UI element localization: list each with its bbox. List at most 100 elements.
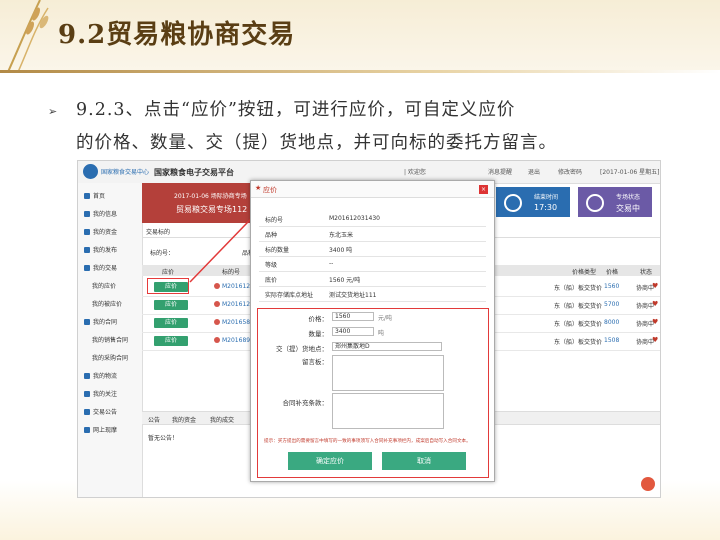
close-icon[interactable]: × bbox=[479, 185, 488, 194]
price-unit: 元/吨 bbox=[378, 315, 393, 322]
description-line-2: 的价格、数量、交（提）货地点，并可向标的委托方留言。 bbox=[76, 133, 557, 153]
favorite-heart-icon[interactable]: ♥ bbox=[652, 318, 658, 326]
sidebar-item-funds[interactable]: 我的资金 bbox=[84, 227, 117, 236]
info-value: 测试交货地址111 bbox=[329, 292, 377, 299]
sidebar-item-home[interactable]: 首页 bbox=[84, 191, 105, 200]
sidebar-item-favorites[interactable]: 我的关注 bbox=[84, 389, 117, 398]
info-row: 实际存储库点地址 测试交货地址111 bbox=[259, 287, 486, 302]
header-welcome: | 欢迎您 bbox=[404, 169, 426, 176]
search-id-label: 标的号： bbox=[150, 250, 175, 257]
confirm-offer-button[interactable]: 确定应价 bbox=[288, 452, 372, 470]
tab-announcement[interactable]: 公告 bbox=[148, 415, 160, 424]
notice-text: 暂无公告！ bbox=[148, 435, 179, 442]
info-value: 1560 元/吨 bbox=[329, 277, 361, 284]
truck-icon bbox=[84, 373, 90, 379]
supplement-label: 合同补充条款： bbox=[282, 399, 329, 407]
change-password-link[interactable]: 修改密码 bbox=[558, 167, 582, 176]
status-icon bbox=[586, 194, 604, 212]
info-key: 等级 bbox=[265, 262, 278, 269]
favorite-heart-icon[interactable]: ♥ bbox=[652, 336, 658, 344]
globe-icon bbox=[84, 427, 90, 433]
col-status: 状态 bbox=[640, 269, 653, 276]
info-row: 标的号 M201612031430 bbox=[259, 212, 486, 227]
sidebar: 首页 我的信息 我的资金 我的发布 我的交易 我的应价 我的被应价 我的合同 我… bbox=[78, 183, 143, 497]
info-value: 3400 吨 bbox=[329, 247, 353, 254]
end-time-tile: 结束时间 17:30 bbox=[496, 187, 570, 217]
favorite-heart-icon[interactable]: ♥ bbox=[652, 300, 658, 308]
sidebar-item-online[interactable]: 网上现摩 bbox=[84, 425, 117, 434]
status-label: 专场状态 bbox=[616, 194, 641, 201]
title-divider bbox=[0, 70, 720, 73]
offer-button[interactable]: 应价 bbox=[154, 336, 188, 346]
sidebar-item-purchase-contracts[interactable]: 我的采购合同 bbox=[92, 353, 128, 362]
clock-icon bbox=[504, 194, 522, 212]
messages-link[interactable]: 消息提醒 bbox=[488, 167, 512, 176]
publish-icon bbox=[84, 247, 90, 253]
status-value: 交易中 bbox=[616, 204, 640, 213]
info-row: 底价 1560 元/吨 bbox=[259, 272, 486, 287]
contract-icon bbox=[84, 319, 90, 325]
hint-text: 提示：买方提出的需要留言中填写的一致的事项须写入合同补充事项栏内，成案后自动写入… bbox=[264, 439, 471, 444]
sidebar-item-trade[interactable]: 我的交易 bbox=[84, 263, 117, 272]
sidebar-item-logistics[interactable]: 我的物流 bbox=[84, 371, 117, 380]
row-price-type: 东（船）板交货价 bbox=[554, 321, 603, 328]
info-key: 标的号 bbox=[265, 217, 284, 224]
sidebar-item-announcements[interactable]: 交易公告 bbox=[84, 407, 117, 416]
end-time-label: 结束时间 bbox=[534, 194, 559, 201]
status-dot-icon bbox=[214, 337, 220, 343]
row-price: 5700 bbox=[604, 301, 620, 308]
price-label: 价格： bbox=[308, 315, 329, 323]
status-dot-icon bbox=[214, 283, 220, 289]
col-id: 标的号 bbox=[222, 269, 241, 276]
sidebar-item-sales-contracts[interactable]: 我的销售合同 bbox=[92, 335, 128, 344]
session-name: 贸易粮交易专场112 bbox=[176, 205, 248, 214]
offer-dialog: ★ 应价 × 标的号 M201612031430 品种 东北玉米 标的数量 3400 … bbox=[250, 180, 495, 482]
tab-trade-items[interactable]: 交易标的 bbox=[146, 227, 170, 236]
trade-icon bbox=[84, 265, 90, 271]
status-tile: 专场状态 交易中 bbox=[578, 187, 652, 217]
sidebar-item-publish[interactable]: 我的发布 bbox=[84, 245, 117, 254]
favorite-heart-icon[interactable]: ♥ bbox=[652, 282, 658, 290]
item-info-table: 标的号 M201612031430 品种 东北玉米 标的数量 3400 吨 等级 -- … bbox=[259, 212, 486, 302]
price-input[interactable] bbox=[332, 312, 374, 321]
status-dot-icon bbox=[214, 319, 220, 325]
heart-icon bbox=[84, 391, 90, 397]
row-price-type: 东（船）板交货价 bbox=[554, 303, 603, 310]
logo-icon bbox=[83, 164, 98, 179]
delivery-place-label: 交（提）货地点： bbox=[276, 345, 328, 353]
star-icon: ★ bbox=[255, 184, 262, 192]
sidebar-item-received-offers[interactable]: 我的被应价 bbox=[92, 299, 122, 308]
sidebar-item-my-offers[interactable]: 我的应价 bbox=[92, 281, 116, 290]
message-textarea[interactable] bbox=[332, 355, 444, 391]
quantity-label: 数量： bbox=[308, 330, 329, 338]
logo-text: 国家粮食交易中心 bbox=[101, 169, 150, 176]
quantity-input[interactable] bbox=[332, 327, 374, 336]
cancel-button[interactable]: 取消 bbox=[382, 452, 466, 470]
announcement-icon bbox=[84, 409, 90, 415]
tab-my-funds[interactable]: 我的资金 bbox=[172, 415, 196, 424]
session-date: 2017-01-06 场际协商专场 bbox=[174, 193, 247, 200]
offer-button[interactable]: 应价 bbox=[154, 318, 188, 328]
highlight-box bbox=[147, 278, 189, 294]
sidebar-item-contracts[interactable]: 我的合同 bbox=[84, 317, 117, 326]
tab-my-deals[interactable]: 我的成交 bbox=[210, 415, 234, 424]
row-price: 1560 bbox=[604, 283, 620, 290]
home-icon bbox=[84, 193, 90, 199]
service-icon[interactable] bbox=[641, 477, 655, 491]
supplement-textarea[interactable] bbox=[332, 393, 444, 429]
info-key: 底价 bbox=[265, 277, 278, 284]
slide-title: 9.2贸易粮协商交易 bbox=[58, 20, 296, 50]
dialog-header: ★ 应价 × bbox=[251, 181, 494, 198]
logo: 国家粮食交易中心 bbox=[83, 164, 153, 180]
info-row: 标的数量 3400 吨 bbox=[259, 242, 486, 257]
row-price: 8000 bbox=[604, 319, 620, 326]
header-date: [2017-01-06 星期五] bbox=[600, 169, 660, 176]
col-offer: 应价 bbox=[162, 269, 175, 276]
offer-form: 价格： 元/吨 数量： 吨 交（提）货地点： 留言板： 合同补充条款： 提示：买… bbox=[257, 308, 489, 478]
exit-link[interactable]: 退出 bbox=[528, 167, 540, 176]
info-value: -- bbox=[329, 260, 334, 267]
quantity-unit: 吨 bbox=[378, 330, 385, 337]
sidebar-item-info[interactable]: 我的信息 bbox=[84, 209, 117, 218]
delivery-place-input[interactable] bbox=[332, 342, 442, 351]
offer-button[interactable]: 应价 bbox=[154, 300, 188, 310]
